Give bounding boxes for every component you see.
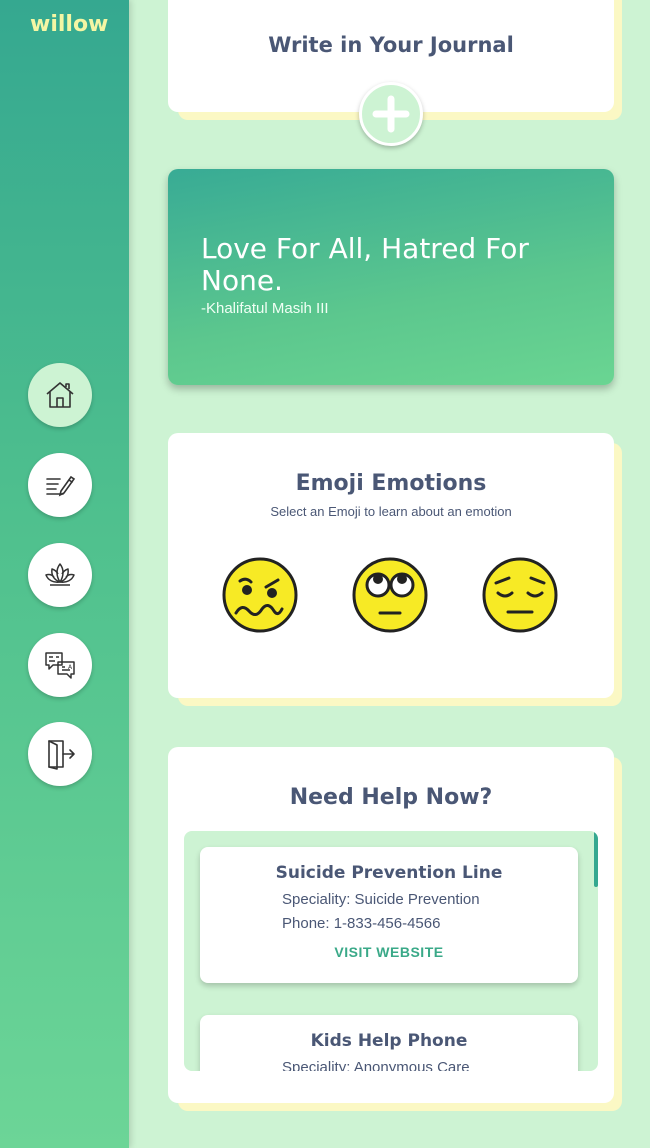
emoji-emotions-card-body: Emoji Emotions Select an Emoji to learn …	[168, 433, 614, 698]
nav-logout-button[interactable]	[28, 722, 92, 786]
quote-card: Love For All, Hatred For None. -Khalifat…	[168, 169, 614, 385]
need-help-card: Need Help Now? Suicide Prevention Line S…	[168, 747, 622, 1111]
resource-speciality: Speciality: Suicide Prevention	[282, 891, 480, 908]
resource-card: Suicide Prevention Line Speciality: Suic…	[200, 847, 578, 983]
nav-home-button[interactable]	[28, 363, 92, 427]
resource-card: Kids Help Phone Speciality: Anonymous Ca…	[200, 1015, 578, 1071]
resource-speciality: Speciality: Anonymous Care	[282, 1059, 470, 1071]
nav-chat-button[interactable]: A	[28, 633, 92, 697]
plus-icon	[372, 95, 410, 133]
resource-name: Suicide Prevention Line	[275, 863, 503, 883]
add-journal-entry-button[interactable]	[359, 82, 423, 146]
svg-text:A: A	[68, 664, 73, 671]
journal-icon	[46, 475, 76, 497]
lotus-icon	[45, 563, 75, 586]
scrollbar-thumb[interactable]	[594, 831, 598, 887]
resource-name: Kids Help Phone	[310, 1031, 468, 1051]
nav-journal-button[interactable]	[28, 453, 92, 517]
need-help-title: Need Help Now?	[289, 785, 493, 810]
rolling-eyes-face-icon[interactable]	[352, 557, 428, 633]
quote-text: Love For All, Hatred For None.	[201, 232, 529, 297]
emoji-emotions-title: Emoji Emotions	[295, 471, 487, 496]
willow-logo[interactable]: willow	[30, 12, 108, 37]
woozy-face-icon[interactable]	[222, 557, 298, 633]
quote-author: -Khalifatul Masih III	[201, 300, 329, 317]
visit-website-link[interactable]: VISIT WEBSITE	[200, 944, 578, 960]
help-resource-list[interactable]: Suicide Prevention Line Speciality: Suic…	[184, 831, 598, 1071]
sidebar: willow A	[0, 0, 129, 1148]
emoji-emotions-subtitle: Select an Emoji to learn about an emotio…	[270, 504, 512, 519]
nav-meditation-button[interactable]	[28, 543, 92, 607]
journal-title: Write in Your Journal	[268, 33, 514, 57]
logout-icon	[48, 740, 75, 770]
emoji-emotions-card: Emoji Emotions Select an Emoji to learn …	[168, 433, 622, 706]
chat-translate-icon: A	[45, 652, 75, 679]
pensive-face-icon[interactable]	[482, 557, 558, 633]
home-icon	[46, 382, 74, 408]
resource-phone[interactable]: Phone: 1-833-456-4566	[282, 915, 440, 932]
need-help-card-body: Need Help Now? Suicide Prevention Line S…	[168, 747, 614, 1103]
